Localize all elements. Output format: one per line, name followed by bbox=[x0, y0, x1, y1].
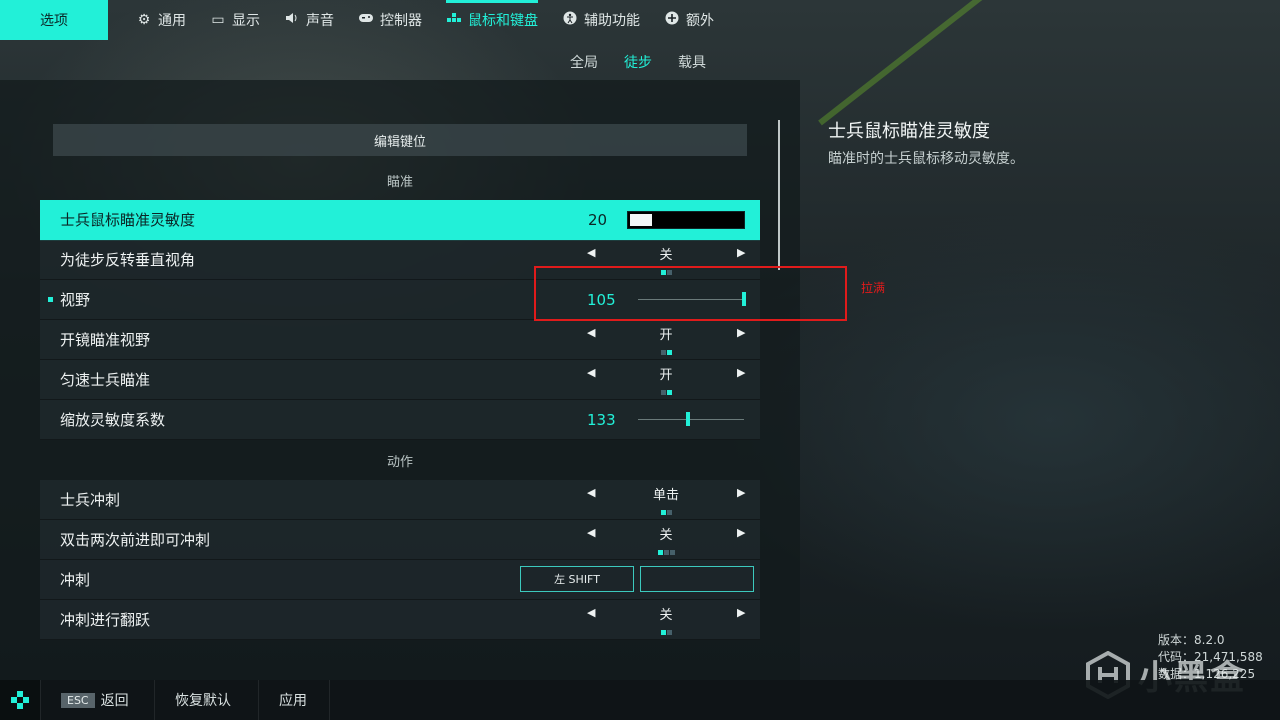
toggle-indicator bbox=[630, 510, 702, 515]
setting-row-sprint[interactable]: 士兵冲刺 ◀ 单击 ▶ bbox=[40, 480, 760, 520]
gamepad-icon bbox=[358, 12, 374, 28]
toggle-value: 关 bbox=[630, 604, 702, 635]
arrow-left-icon[interactable]: ◀ bbox=[587, 246, 595, 259]
nav-label: 通用 bbox=[158, 13, 186, 29]
top-bar: 选项 ⚙ 通用 ▭ 显示 声音 控制器 鼠标和键盘 辅助功能 额外 bbox=[0, 0, 1280, 40]
setting-row-sprint-vault[interactable]: 冲刺进行翻跃 ◀ 关 ▶ bbox=[40, 600, 760, 640]
back-label: 返回 bbox=[100, 693, 129, 709]
nav-accessibility[interactable]: 辅助功能 bbox=[562, 0, 640, 40]
setting-label: 士兵鼠标瞄准灵敏度 bbox=[60, 211, 196, 229]
reset-default-button[interactable]: 恢复默认 bbox=[154, 680, 258, 720]
info-description: 瞄准时的士兵鼠标移动灵敏度。 bbox=[828, 151, 1024, 167]
setting-label: 冲刺进行翻跃 bbox=[60, 611, 151, 629]
slider-track[interactable] bbox=[638, 419, 744, 420]
setting-label: 视野 bbox=[60, 291, 91, 309]
arrow-right-icon[interactable]: ▶ bbox=[737, 246, 745, 259]
annotation-box bbox=[534, 266, 847, 321]
nav-label: 显示 bbox=[232, 13, 260, 29]
menu-logo-icon[interactable] bbox=[0, 680, 40, 720]
toggle-value-text: 关 bbox=[659, 248, 673, 263]
sensitivity-bar-fill bbox=[630, 214, 652, 226]
focus-bullet-icon bbox=[48, 297, 53, 302]
scrollbar[interactable] bbox=[778, 120, 780, 270]
section-header-action: 动作 bbox=[386, 454, 413, 470]
nav-controller[interactable]: 控制器 bbox=[358, 0, 422, 40]
monitor-icon: ▭ bbox=[211, 12, 225, 28]
arrow-right-icon[interactable]: ▶ bbox=[737, 606, 745, 619]
toggle-indicator bbox=[630, 630, 702, 635]
nav-label: 辅助功能 bbox=[584, 13, 640, 29]
arrow-left-icon[interactable]: ◀ bbox=[587, 486, 595, 499]
edit-keybinds-button[interactable]: 编辑键位 bbox=[53, 124, 747, 156]
setting-label: 冲刺 bbox=[60, 571, 91, 589]
setting-row-mouse-aim-sensitivity[interactable]: 士兵鼠标瞄准灵敏度 20 bbox=[40, 200, 760, 241]
nav-mouse-keyboard[interactable]: 鼠标和键盘 bbox=[446, 0, 538, 40]
keyboard-icon bbox=[446, 12, 462, 28]
keybind-secondary[interactable] bbox=[640, 566, 754, 592]
toggle-value-text: 开 bbox=[659, 328, 673, 343]
setting-row-sprint-key[interactable]: 冲刺 左 SHIFT bbox=[40, 560, 760, 600]
toggle-value-text: 关 bbox=[659, 528, 673, 543]
toggle-value-text: 关 bbox=[659, 608, 673, 623]
info-title: 士兵鼠标瞄准灵敏度 bbox=[828, 121, 990, 142]
nav-label: 声音 bbox=[306, 13, 334, 29]
sub-nav: 全局 徒步 载具 bbox=[570, 52, 706, 72]
arrow-left-icon[interactable]: ◀ bbox=[587, 366, 595, 379]
setting-label: 缩放灵敏度系数 bbox=[60, 411, 166, 429]
setting-row-zoom-sensitivity[interactable]: 缩放灵敏度系数 133 bbox=[40, 400, 760, 440]
nav-label: 额外 bbox=[686, 13, 714, 29]
setting-label: 双击两次前进即可冲刺 bbox=[60, 531, 211, 549]
sensitivity-bar[interactable] bbox=[627, 211, 745, 229]
arrow-left-icon[interactable]: ◀ bbox=[587, 526, 595, 539]
accessibility-icon bbox=[562, 11, 578, 29]
toggle-indicator bbox=[630, 350, 702, 355]
setting-label: 匀速士兵瞄准 bbox=[60, 371, 151, 389]
toggle-value-text: 开 bbox=[659, 368, 673, 383]
nav-label: 控制器 bbox=[380, 13, 422, 29]
keybind-primary[interactable]: 左 SHIFT bbox=[520, 566, 634, 592]
gear-icon: ⚙ bbox=[137, 12, 151, 28]
toggle-value: 关 bbox=[630, 244, 702, 275]
plus-circle-icon bbox=[664, 11, 680, 29]
subnav-vehicle[interactable]: 载具 bbox=[678, 52, 706, 72]
setting-row-uniform-aim[interactable]: 匀速士兵瞄准 ◀ 开 ▶ bbox=[40, 360, 760, 400]
esc-key-badge: ESC bbox=[61, 692, 95, 708]
subnav-infantry[interactable]: 徒步 bbox=[624, 52, 652, 72]
arrow-right-icon[interactable]: ▶ bbox=[737, 326, 745, 339]
toggle-indicator bbox=[630, 550, 702, 555]
setting-row-ads-fov[interactable]: 开镜瞄准视野 ◀ 开 ▶ bbox=[40, 320, 760, 360]
nav-label: 鼠标和键盘 bbox=[468, 13, 538, 29]
arrow-right-icon[interactable]: ▶ bbox=[737, 366, 745, 379]
toggle-value: 开 bbox=[630, 364, 702, 395]
toggle-indicator bbox=[630, 390, 702, 395]
options-tab[interactable]: 选项 bbox=[0, 0, 108, 40]
nav-general[interactable]: ⚙ 通用 bbox=[136, 0, 186, 40]
version-line: 版本：8.2.0 bbox=[1158, 633, 1225, 647]
subnav-global[interactable]: 全局 bbox=[570, 52, 598, 72]
toggle-value: 单击 bbox=[630, 484, 702, 515]
nav-display[interactable]: ▭ 显示 bbox=[210, 0, 260, 40]
back-button[interactable]: ESC 返回 bbox=[40, 680, 154, 720]
toggle-value: 关 bbox=[630, 524, 702, 555]
arrow-right-icon[interactable]: ▶ bbox=[737, 526, 745, 539]
section-header-aim: 瞄准 bbox=[386, 174, 413, 190]
arrow-left-icon[interactable]: ◀ bbox=[587, 326, 595, 339]
setting-label: 为徒步反转垂直视角 bbox=[60, 251, 196, 269]
arrow-right-icon[interactable]: ▶ bbox=[737, 486, 745, 499]
setting-row-double-tap-sprint[interactable]: 双击两次前进即可冲刺 ◀ 关 ▶ bbox=[40, 520, 760, 560]
speaker-icon bbox=[284, 11, 300, 29]
setting-label: 开镜瞄准视野 bbox=[60, 331, 151, 349]
toggle-value-text: 单击 bbox=[652, 488, 679, 503]
slider-thumb[interactable] bbox=[685, 412, 690, 426]
toggle-value: 开 bbox=[630, 324, 702, 355]
main-nav: ⚙ 通用 ▭ 显示 声音 控制器 鼠标和键盘 辅助功能 额外 bbox=[136, 0, 738, 40]
bottom-bar: ESC 返回 恢复默认 应用 bbox=[0, 680, 1280, 720]
nav-extra[interactable]: 额外 bbox=[664, 0, 714, 40]
setting-label: 士兵冲刺 bbox=[60, 491, 121, 509]
arrow-left-icon[interactable]: ◀ bbox=[587, 606, 595, 619]
annotation-text: 拉满 bbox=[861, 281, 886, 295]
apply-button[interactable]: 应用 bbox=[258, 680, 330, 720]
nav-sound[interactable]: 声音 bbox=[284, 0, 334, 40]
